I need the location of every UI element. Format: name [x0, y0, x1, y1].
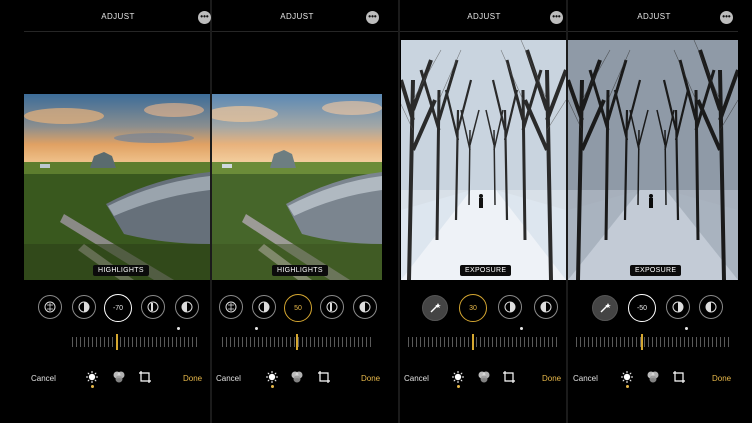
scroll-indicator — [177, 327, 180, 330]
adjust-slider[interactable] — [222, 337, 374, 347]
contrast-icon — [78, 301, 90, 313]
adjust-tool-icon[interactable] — [85, 370, 99, 384]
comparison-grid: ADJUST ••• HIGHLIGHTS -70 Cancel Done AD… — [0, 0, 752, 423]
adjustment-value: 30 — [469, 304, 477, 312]
cancel-button[interactable]: Cancel — [404, 374, 429, 383]
contrast-control[interactable] — [141, 295, 165, 319]
header-divider — [400, 31, 566, 32]
done-button[interactable]: Done — [542, 374, 561, 383]
filters-icon[interactable] — [646, 370, 660, 384]
highlights-control[interactable]: -70 — [104, 294, 132, 322]
adjustment-label: HIGHLIGHTS — [272, 265, 328, 276]
highlights-control[interactable] — [699, 295, 723, 319]
filters-icon[interactable] — [477, 370, 491, 384]
auto-enhance-wand-icon — [430, 303, 441, 313]
slider-pointer[interactable] — [472, 334, 474, 350]
auto-enhance-control[interactable] — [592, 295, 618, 321]
black-point-control[interactable] — [175, 295, 199, 319]
adjustment-label: EXPOSURE — [460, 265, 512, 276]
slider-pointer[interactable] — [641, 334, 643, 350]
adjustment-value: -70 — [112, 304, 124, 312]
scroll-indicator — [520, 327, 523, 330]
adjustment-value: 50 — [294, 304, 302, 312]
shadows-control[interactable] — [72, 295, 96, 319]
header-divider — [24, 31, 210, 32]
cancel-button[interactable]: Cancel — [31, 374, 56, 383]
brightness-control[interactable] — [38, 295, 62, 319]
active-tool-dot — [457, 385, 460, 388]
adjust-tool-icon[interactable] — [265, 370, 279, 384]
auto-enhance-control[interactable] — [422, 295, 448, 321]
auto-enhance-wand-icon — [600, 303, 611, 313]
screen-title: ADJUST — [637, 12, 671, 21]
scroll-indicator — [685, 327, 688, 330]
black-point-control[interactable] — [353, 295, 377, 319]
sun-dial-icon — [44, 301, 56, 313]
adjust-slider[interactable] — [72, 337, 200, 347]
sun-dial-icon — [225, 301, 237, 313]
active-tool-dot — [91, 385, 94, 388]
slider-pointer[interactable] — [116, 334, 118, 350]
snow-avenue-image — [568, 40, 738, 280]
screen-title: ADJUST — [467, 12, 501, 21]
brilliance-icon — [326, 301, 338, 313]
brilliance-control[interactable] — [498, 295, 522, 319]
adjust-slider[interactable] — [408, 337, 560, 347]
shadows-control[interactable] — [252, 295, 276, 319]
exposure-control[interactable]: 30 — [459, 294, 487, 322]
more-icon[interactable]: ••• — [366, 11, 379, 24]
photo-snow-avenue — [568, 40, 738, 280]
screen-title: ADJUST — [101, 12, 135, 21]
brightness-icon — [540, 301, 552, 313]
header-divider — [212, 31, 398, 32]
scroll-indicator — [255, 327, 258, 330]
filters-icon[interactable] — [290, 370, 304, 384]
more-icon[interactable]: ••• — [720, 11, 733, 24]
crop-rotate-icon[interactable] — [502, 370, 516, 384]
brightness-control[interactable] — [219, 295, 243, 319]
contrast-icon — [504, 301, 516, 313]
photo-landscape — [24, 94, 210, 280]
adjustment-value: -50 — [636, 304, 648, 312]
screen-title: ADJUST — [280, 12, 314, 21]
landscape-image — [212, 94, 382, 280]
adjustment-label: HIGHLIGHTS — [93, 265, 149, 276]
exposure-control[interactable]: -50 — [628, 294, 656, 322]
photo-snow-avenue — [401, 40, 566, 280]
photo-landscape — [212, 94, 382, 280]
brightness-icon — [181, 301, 193, 313]
landscape-image — [24, 94, 210, 280]
highlights-control[interactable]: 50 — [284, 294, 312, 322]
contrast-icon — [672, 301, 684, 313]
crop-rotate-icon[interactable] — [317, 370, 331, 384]
done-button[interactable]: Done — [712, 374, 731, 383]
brightness-icon — [359, 301, 371, 313]
brightness-icon — [705, 301, 717, 313]
snow-avenue-image — [401, 40, 566, 280]
crop-rotate-icon[interactable] — [138, 370, 152, 384]
more-icon[interactable]: ••• — [550, 11, 563, 24]
crop-rotate-icon[interactable] — [672, 370, 686, 384]
done-button[interactable]: Done — [183, 374, 202, 383]
adjust-tool-icon[interactable] — [620, 370, 634, 384]
cancel-button[interactable]: Cancel — [216, 374, 241, 383]
brilliance-control[interactable] — [666, 295, 690, 319]
slider-pointer[interactable] — [296, 334, 298, 350]
cancel-button[interactable]: Cancel — [573, 374, 598, 383]
done-button[interactable]: Done — [361, 374, 380, 383]
active-tool-dot — [271, 385, 274, 388]
brilliance-icon — [147, 301, 159, 313]
adjust-tool-icon[interactable] — [451, 370, 465, 384]
active-tool-dot — [626, 385, 629, 388]
panel-divider — [398, 0, 400, 423]
highlights-control[interactable] — [534, 295, 558, 319]
more-icon[interactable]: ••• — [198, 11, 211, 24]
adjust-slider[interactable] — [576, 337, 732, 347]
header-divider — [568, 31, 738, 32]
contrast-icon — [258, 301, 270, 313]
filters-icon[interactable] — [112, 370, 126, 384]
adjustment-label: EXPOSURE — [630, 265, 682, 276]
contrast-control[interactable] — [320, 295, 344, 319]
